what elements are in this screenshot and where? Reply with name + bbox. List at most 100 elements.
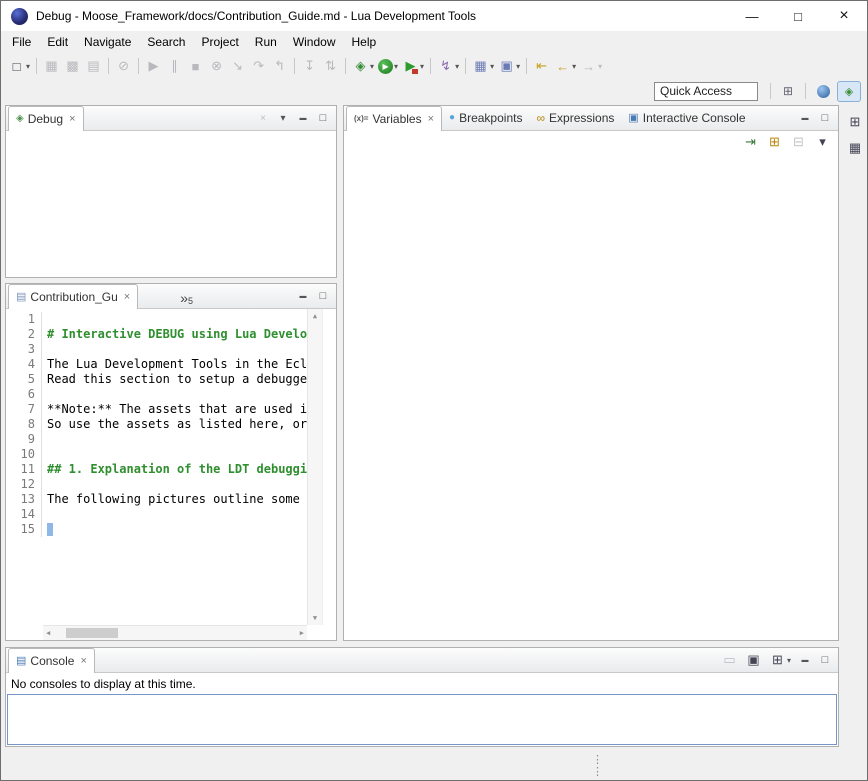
minimize-view-button[interactable]: ▬ <box>797 115 813 122</box>
scroll-down-icon[interactable]: ▼ <box>313 614 317 622</box>
open-console-button[interactable]: ⊞▾ <box>767 649 793 671</box>
new-table-button[interactable]: ▦▾ <box>470 55 496 77</box>
maximize-icon: □ <box>822 112 829 124</box>
chevron-down-icon[interactable]: ▾ <box>455 62 459 71</box>
code-text <box>42 432 47 447</box>
chevron-down-icon[interactable]: ▾ <box>26 62 30 71</box>
line-number: 2 <box>6 327 42 342</box>
new-wizard-button[interactable]: □▾ <box>6 55 32 77</box>
scrollbar-track[interactable] <box>50 626 300 640</box>
maximize-view-button[interactable]: □ <box>817 112 833 124</box>
menu-edit[interactable]: Edit <box>39 32 76 52</box>
tab-contribution-guide[interactable]: ▤ Contribution_Gu × <box>8 284 138 309</box>
menu-window[interactable]: Window <box>285 32 344 52</box>
menu-search[interactable]: Search <box>139 32 193 52</box>
tab-console[interactable]: ▤ Console × <box>8 648 95 673</box>
chevron-down-icon[interactable]: ▾ <box>370 62 374 71</box>
maximize-view-button[interactable]: □ <box>817 654 833 666</box>
quick-access-input[interactable]: Quick Access <box>654 82 758 101</box>
variables-view-tabs: (x)=Variables×●Breakpoints∞Expressions▣I… <box>346 106 753 130</box>
window-minimize-button[interactable]: — <box>729 1 775 31</box>
debug-view-body <box>6 131 336 277</box>
minimized-view-restore-icon: ⊞ <box>847 114 864 130</box>
sash-grip[interactable]: ⋮ <box>592 767 603 777</box>
scroll-right-icon[interactable]: ▶ <box>300 629 304 637</box>
sash-grip[interactable]: ⋮ <box>592 755 603 765</box>
lua-perspective-button[interactable] <box>811 81 835 102</box>
debug-view-tabrow: ◈ Debug × × ▾ ▬ □ <box>6 106 336 131</box>
wand-icon: ↯ <box>437 58 454 74</box>
tab-expressions[interactable]: ∞Expressions <box>529 106 621 130</box>
menu-navigate[interactable]: Navigate <box>76 32 139 52</box>
maximize-view-button[interactable]: □ <box>315 290 331 302</box>
chevron-down-icon[interactable]: ▾ <box>420 62 424 71</box>
suspend-button: ∥ <box>164 55 185 77</box>
console-view-tabrow: ▤ Console × ▭ ▣⊞▾ ▬ □ <box>6 648 838 673</box>
use-step-filters-icon: ⇅ <box>322 58 339 74</box>
chevron-down-icon: ▾ <box>598 62 602 71</box>
minimized-view-grid-button[interactable]: ▦ <box>847 139 864 157</box>
tab-variables[interactable]: (x)=Variables× <box>346 106 442 131</box>
line-number: 10 <box>6 447 42 462</box>
minimize-view-button[interactable]: ▬ <box>295 293 311 300</box>
editor-file-icon: ▤ <box>16 292 26 303</box>
more-editors-count: 5 <box>188 294 193 308</box>
menu-run[interactable]: Run <box>247 32 285 52</box>
back-button[interactable]: ←▾ <box>552 55 578 77</box>
chevron-down-icon[interactable]: ▾ <box>516 62 520 71</box>
maximize-icon: □ <box>822 654 829 666</box>
show-logical-structures-button[interactable]: ⊞ <box>764 131 785 153</box>
debug-perspective-button[interactable]: ◈ <box>837 81 861 102</box>
wand-button[interactable]: ↯▾ <box>435 55 461 77</box>
run-button[interactable]: ▶▾ <box>376 55 400 77</box>
editor-horizontal-scrollbar[interactable]: ◀ ▶ <box>43 625 307 640</box>
open-perspective-button[interactable]: ⊞ <box>776 81 800 102</box>
pin-console-icon: ▭ <box>721 652 738 668</box>
chevron-down-icon[interactable]: ▾ <box>490 62 494 71</box>
code-line: 9 <box>6 432 307 447</box>
view-menu-button[interactable]: ▾ <box>812 131 833 153</box>
show-type-names-button[interactable]: ⇥ <box>740 131 761 153</box>
step-return-icon: ↰ <box>271 58 288 74</box>
code-line: 2# Interactive DEBUG using Lua Develop <box>6 327 307 342</box>
tab-contribution-guide-label: Contribution_Gu <box>30 290 117 304</box>
minimize-view-button[interactable]: ▬ <box>295 115 311 122</box>
close-icon[interactable]: × <box>69 113 75 125</box>
tab-debug-label: Debug <box>28 112 63 126</box>
minimized-view-restore-button[interactable]: ⊞ <box>847 113 864 131</box>
drop-to-frame-icon: ↧ <box>301 58 318 74</box>
chevron-down-icon[interactable]: ▾ <box>787 656 791 665</box>
view-menu-button[interactable]: ▾ <box>275 113 291 124</box>
minimize-view-button[interactable]: ▬ <box>797 657 813 664</box>
tab-debug[interactable]: ◈ Debug × <box>8 106 84 131</box>
close-icon[interactable]: × <box>80 655 86 667</box>
save-all-icon: ▩ <box>64 58 81 74</box>
menu-project[interactable]: Project <box>193 32 246 52</box>
editor-code-area[interactable]: 12# Interactive DEBUG using Lua Develop3… <box>6 309 307 625</box>
close-icon[interactable]: × <box>428 113 434 125</box>
editor-vertical-scrollbar[interactable]: ▲ ▼ <box>307 309 322 625</box>
close-icon[interactable]: × <box>124 291 130 303</box>
last-edit-location-button[interactable]: ⇤ <box>531 55 552 77</box>
toolbar-separator <box>108 58 109 74</box>
new-window-button[interactable]: ▣▾ <box>496 55 522 77</box>
window-close-button[interactable]: × <box>821 1 867 31</box>
chevron-down-icon[interactable]: ▾ <box>572 62 576 71</box>
menu-help[interactable]: Help <box>344 32 385 52</box>
code-text <box>42 477 47 492</box>
tab-breakpoints[interactable]: ●Breakpoints <box>442 106 529 130</box>
scrollbar-thumb[interactable] <box>66 628 118 638</box>
line-number: 12 <box>6 477 42 492</box>
application-window: Debug - Moose_Framework/docs/Contributio… <box>0 0 868 781</box>
run-external-tools-button[interactable]: ▶▾ <box>400 55 426 77</box>
debug-button[interactable]: ◈▾ <box>350 55 376 77</box>
scroll-up-icon[interactable]: ▲ <box>313 312 317 320</box>
more-editors-chevron[interactable]: » 5 <box>174 284 199 308</box>
display-selected-console-button[interactable]: ▣ <box>743 649 764 671</box>
maximize-view-button[interactable]: □ <box>315 112 331 124</box>
tab-interactive-console[interactable]: ▣Interactive Console <box>621 106 752 130</box>
window-maximize-button[interactable]: □ <box>775 1 821 31</box>
console-view: ▤ Console × ▭▣⊞▾ ▬ □ No consoles to disp… <box>5 647 839 747</box>
menu-file[interactable]: File <box>4 32 39 52</box>
chevron-down-icon[interactable]: ▾ <box>394 62 398 71</box>
